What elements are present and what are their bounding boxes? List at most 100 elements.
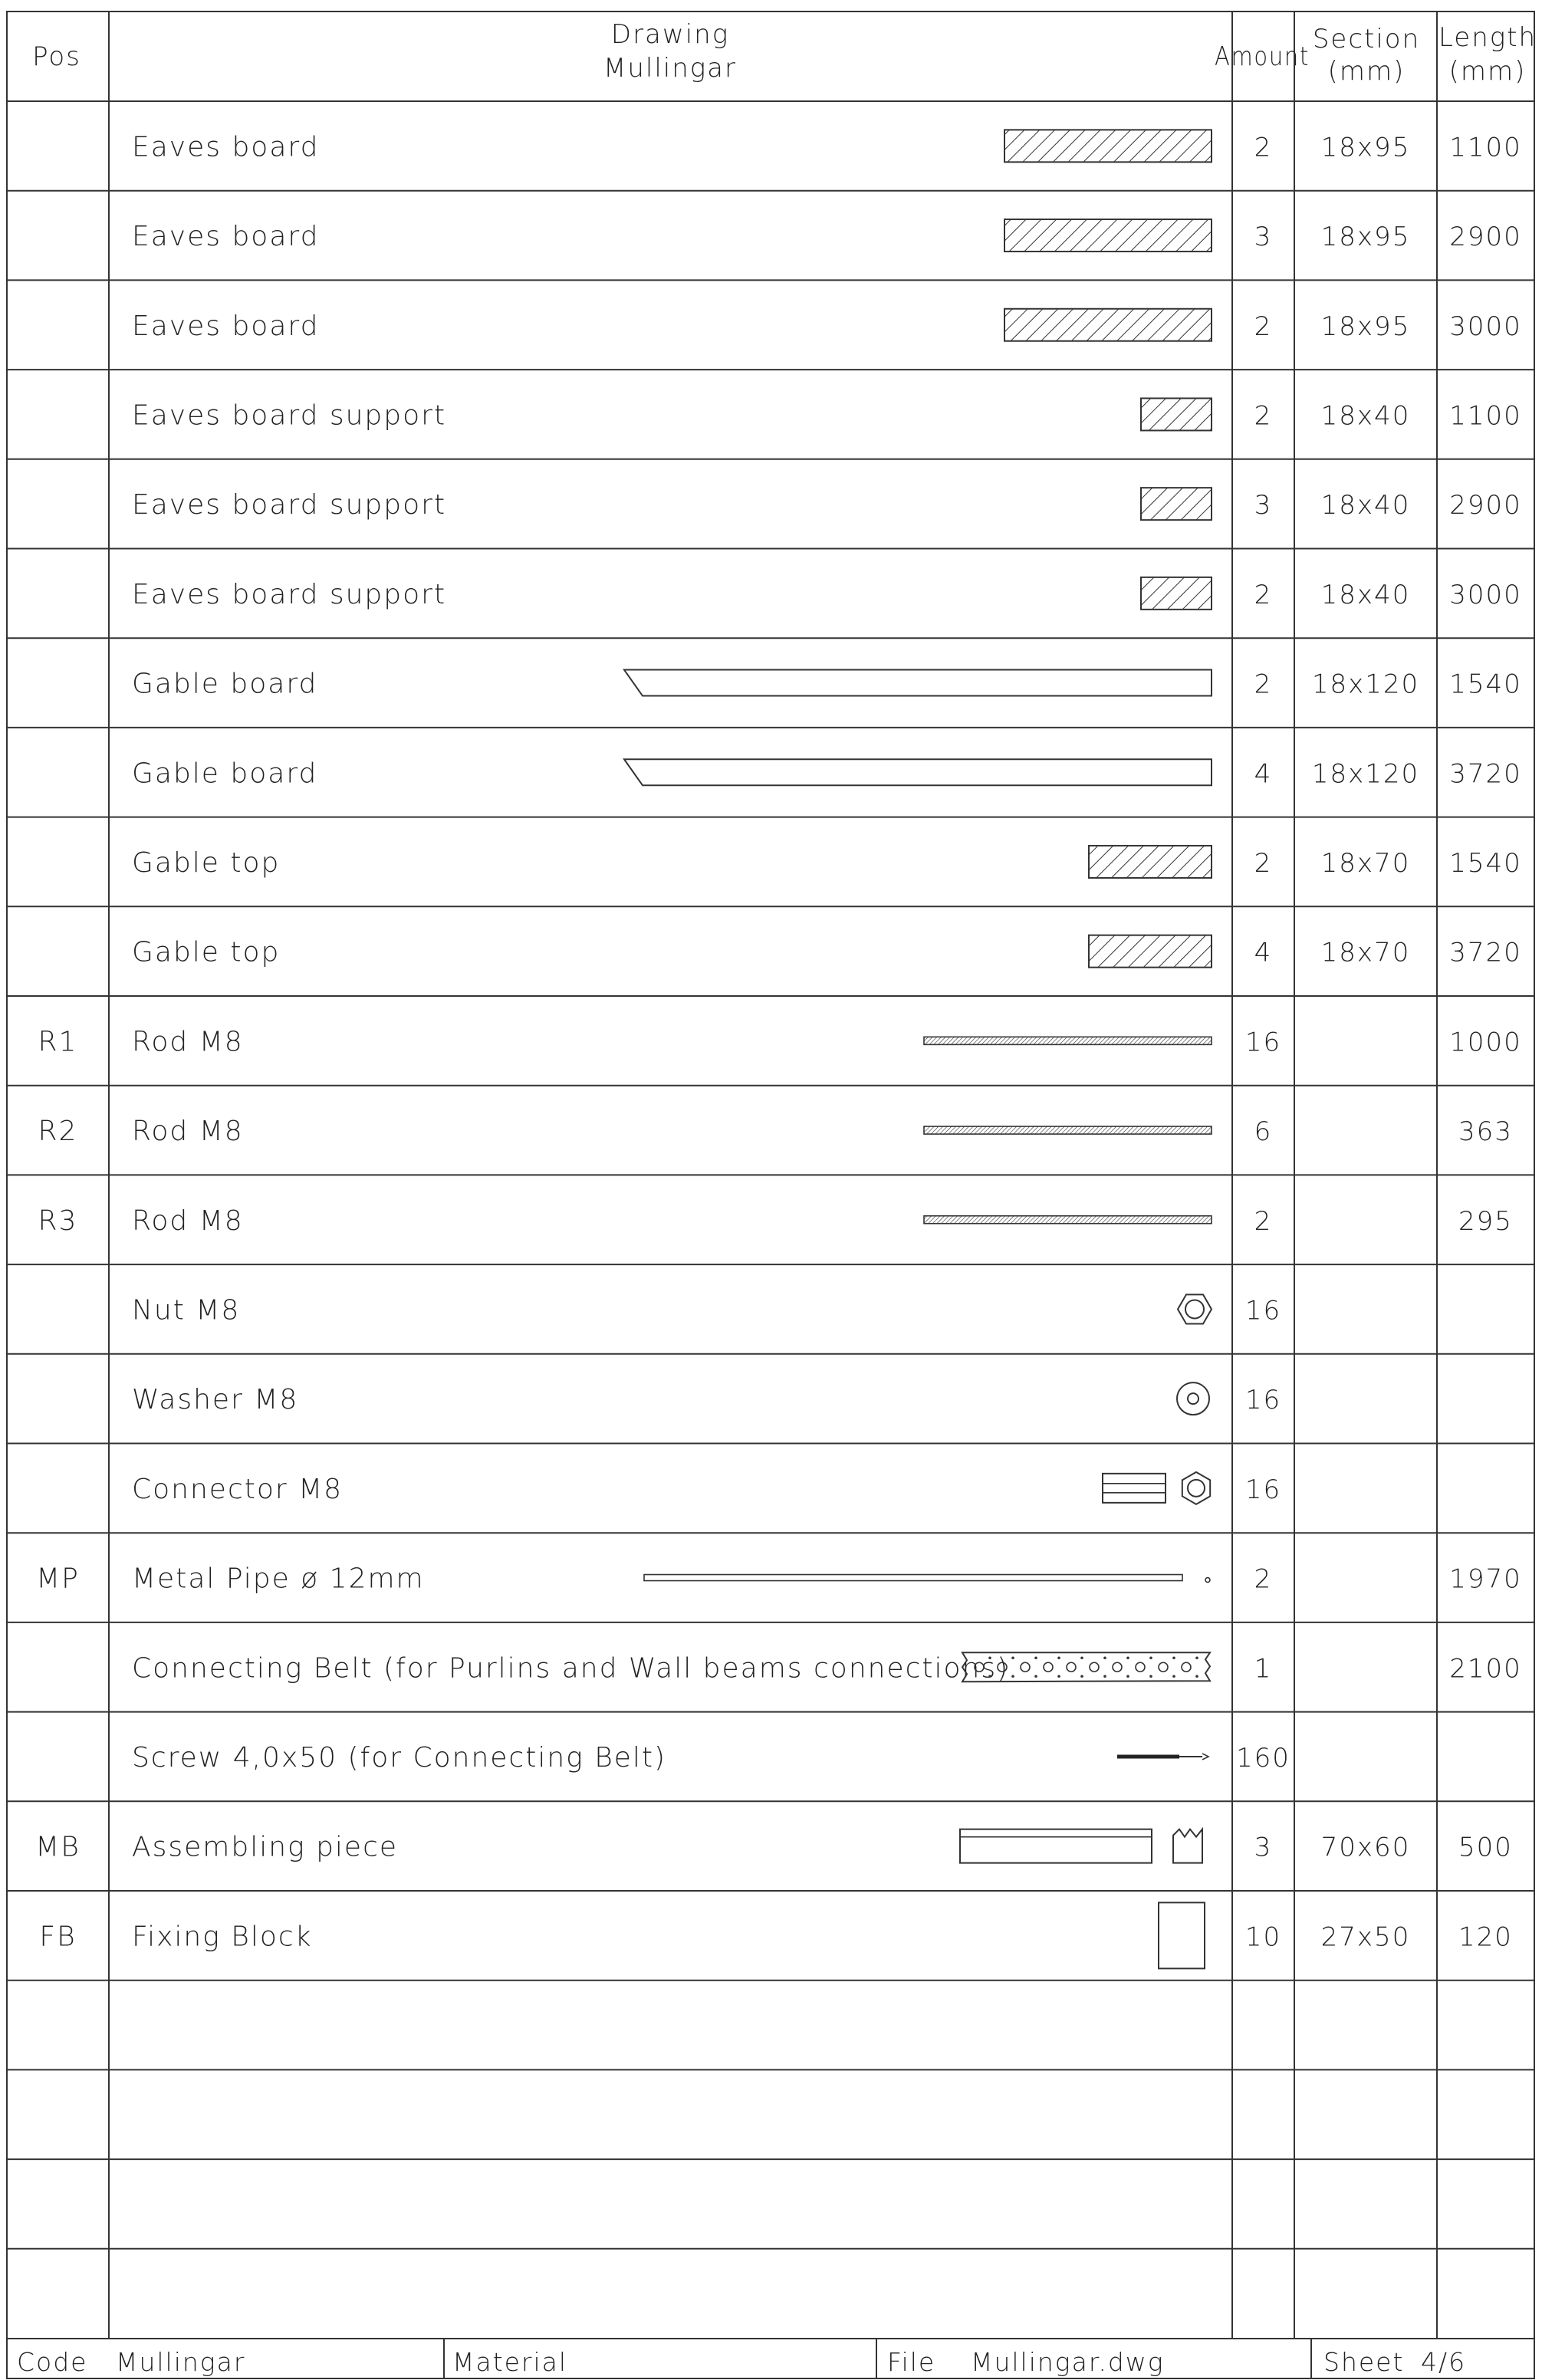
- fixing-block-icon: [1158, 1902, 1205, 1970]
- table-row: Eaves board support 2 18x40 1100: [132, 397, 1522, 432]
- cell-section: 18x95: [1321, 222, 1411, 252]
- cell-amount: 16: [1245, 1295, 1281, 1326]
- footer-code-label: Code: [17, 2347, 87, 2377]
- cell-section: 18x70: [1321, 848, 1411, 879]
- cell-part-name: Eaves board: [132, 221, 319, 252]
- cell-length: 1540: [1449, 669, 1522, 700]
- cell-length: 363: [1458, 1116, 1513, 1147]
- cell-section: 18x40: [1321, 580, 1411, 610]
- table-row: Eaves board support 2 18x40 3000: [132, 576, 1522, 610]
- angled-board-icon: [623, 758, 1212, 787]
- table-row: Gable top 2 18x70 1540: [132, 844, 1521, 879]
- footer-sheet-value: 4/6: [1421, 2347, 1466, 2377]
- cell-part-name: Eaves board support: [132, 579, 446, 610]
- table-row: R3 Rod M8 2 295: [38, 1205, 1513, 1237]
- cell-length: 3720: [1449, 938, 1522, 968]
- table-row: Screw 4,0x50 (for Connecting Belt) 160: [132, 1742, 1289, 1773]
- cell-length: 2900: [1449, 490, 1522, 521]
- cell-pos: MB: [35, 1832, 81, 1863]
- cell-length: 2900: [1449, 222, 1522, 252]
- metal-pipe-icon: [643, 1573, 1211, 1583]
- threaded-rod-icon: [923, 1126, 1212, 1135]
- cell-pos: FB: [39, 1921, 76, 1952]
- cell-section: 18x95: [1321, 132, 1411, 163]
- parts-list-drawing: Pos Drawing Mullingar Amount Section (mm…: [6, 11, 1537, 2379]
- header-length: Length: [1438, 22, 1537, 53]
- table-row: Gable top 4 18x70 3720: [132, 934, 1522, 968]
- table-row: Eaves board support 3 18x40 2900: [132, 487, 1522, 521]
- cell-length: 3000: [1449, 580, 1522, 610]
- table-row: Connector M8 16: [132, 1471, 1281, 1506]
- table-row: Washer M8 16: [132, 1382, 1281, 1416]
- cell-part-name: Gable top: [132, 847, 280, 879]
- hex-nut-icon: [1176, 1294, 1213, 1325]
- cell-section: 18x40: [1321, 490, 1411, 521]
- title-block: Code Mullingar Material File Mullingar.d…: [17, 2347, 1466, 2377]
- footer-file-value: Mullingar.dwg: [971, 2347, 1165, 2377]
- cell-length: 500: [1458, 1833, 1513, 1863]
- cell-amount: 1: [1254, 1653, 1273, 1684]
- cell-length: 3720: [1449, 758, 1522, 789]
- cell-length: 1100: [1449, 132, 1522, 163]
- cell-amount: 4: [1254, 938, 1273, 968]
- hatched-board-icon: [1004, 129, 1212, 163]
- hatched-block-icon: [1088, 934, 1212, 968]
- cell-pos: R3: [38, 1205, 78, 1237]
- cell-length: 120: [1458, 1921, 1513, 1952]
- cell-section: 18x120: [1312, 758, 1419, 789]
- cell-part-name: Eaves board: [132, 131, 319, 163]
- table-row: FB Fixing Block 10 27x50 120: [39, 1902, 1513, 1970]
- cell-part-name: Rod M8: [132, 1026, 244, 1057]
- hatched-square-icon: [1140, 487, 1212, 521]
- cell-amount: 10: [1245, 1921, 1281, 1952]
- cell-part-name: Nut M8: [132, 1294, 240, 1326]
- cell-section: 18x40: [1321, 400, 1411, 431]
- cell-pos: MP: [36, 1563, 80, 1595]
- cell-length: 3000: [1449, 311, 1522, 342]
- cell-amount: 3: [1254, 1833, 1273, 1863]
- table-row: Eaves board 2 18x95 1100: [132, 129, 1522, 163]
- table-row: R1 Rod M8 16 1000: [38, 1026, 1521, 1057]
- cell-part-name: Gable board: [132, 669, 317, 700]
- cell-amount: 2: [1254, 669, 1273, 700]
- assembling-piece-icon: [959, 1826, 1203, 1864]
- cell-section: 18x120: [1312, 669, 1419, 700]
- cell-pos: R1: [38, 1026, 78, 1057]
- hatched-square-icon: [1140, 397, 1212, 432]
- cell-amount: 16: [1245, 1027, 1281, 1057]
- cell-amount: 6: [1254, 1116, 1273, 1147]
- header-project: Mullingar: [603, 53, 737, 84]
- cell-part-name: Rod M8: [132, 1205, 244, 1237]
- cell-part-name: Gable board: [132, 758, 317, 789]
- hatched-block-icon: [1088, 844, 1212, 879]
- cell-amount: 2: [1254, 1564, 1273, 1595]
- screw-icon: [1117, 1753, 1210, 1760]
- header-pos: Pos: [32, 41, 81, 72]
- sheet-border: [6, 11, 1535, 2379]
- cell-section: 27x50: [1321, 1921, 1411, 1952]
- header-section: Section: [1313, 24, 1420, 54]
- cell-amount: 2: [1254, 1206, 1273, 1237]
- footer-material-label: Material: [452, 2347, 567, 2377]
- cell-part-name: Gable top: [132, 937, 280, 968]
- table-row: Connecting Belt (for Purlins and Wall be…: [132, 1652, 1521, 1684]
- threaded-rod-icon: [923, 1215, 1212, 1225]
- table-row: Eaves board 2 18x95 3000: [132, 307, 1522, 342]
- cell-amount: 16: [1245, 1474, 1281, 1505]
- hatched-square-icon: [1140, 576, 1212, 610]
- cell-length: 1970: [1449, 1564, 1522, 1595]
- footer-code-value: Mullingar: [116, 2347, 245, 2377]
- angled-board-icon: [623, 669, 1212, 697]
- table-row: Gable board 2 18x120 1540: [132, 669, 1522, 700]
- cell-part-name: Eaves board: [132, 311, 319, 342]
- table-row: MP Metal Pipe ø 12mm 2 1970: [36, 1563, 1522, 1595]
- cell-section: 18x95: [1321, 311, 1411, 342]
- cell-length: 295: [1458, 1206, 1513, 1237]
- cell-amount: 2: [1254, 580, 1273, 610]
- cell-amount: 16: [1245, 1385, 1281, 1415]
- cell-length: 1100: [1449, 400, 1522, 431]
- washer-icon: [1176, 1382, 1210, 1416]
- cell-amount: 2: [1254, 848, 1273, 879]
- cell-part-name: Fixing Block: [132, 1921, 313, 1952]
- hatched-board-icon: [1004, 307, 1212, 342]
